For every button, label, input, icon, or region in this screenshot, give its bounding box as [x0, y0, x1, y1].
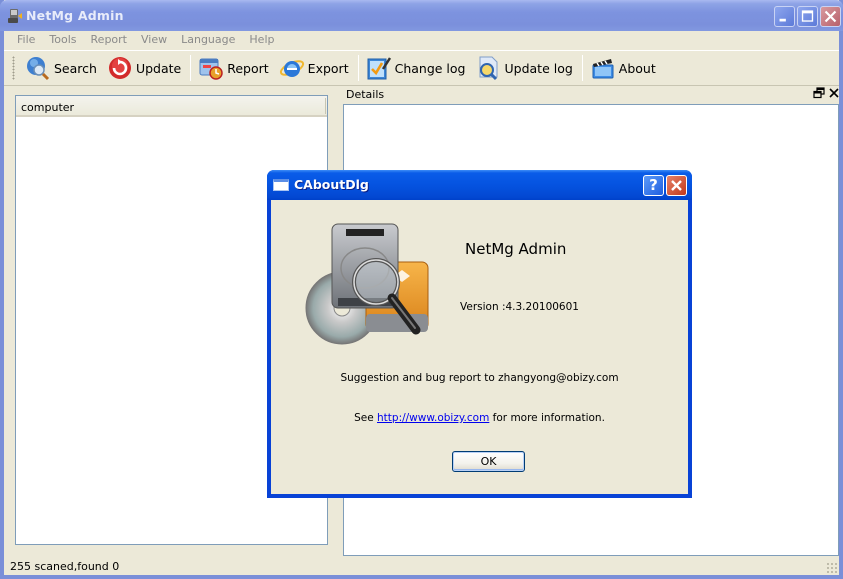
- close-button[interactable]: [820, 6, 841, 27]
- menu-bar: File Tools Report View Language Help: [4, 31, 839, 49]
- about-see-line: See http://www.obizy.com for more inform…: [271, 412, 688, 424]
- close-icon: [829, 88, 839, 98]
- status-bar: 255 scaned,found 0: [4, 558, 839, 575]
- toolbar-grip[interactable]: [12, 56, 15, 80]
- change-log-button-label: Change log: [394, 60, 466, 76]
- title-bar[interactable]: NetMg Admin: [0, 0, 843, 31]
- app-computer-icon: [8, 9, 22, 23]
- checklist-pencil-icon: [367, 57, 391, 80]
- change-log-button[interactable]: Change log: [362, 52, 472, 84]
- menu-tools[interactable]: Tools: [42, 31, 83, 49]
- menu-view[interactable]: View: [134, 31, 174, 49]
- maximize-button[interactable]: [797, 6, 818, 27]
- minimize-icon: [779, 18, 786, 22]
- refresh-icon: [108, 57, 131, 79]
- menu-file[interactable]: File: [10, 31, 42, 49]
- details-restore-button[interactable]: [812, 87, 826, 101]
- toolbar-separator: [190, 55, 192, 81]
- update-log-button-label: Update log: [504, 60, 573, 76]
- update-log-button[interactable]: Update log: [471, 52, 578, 84]
- globe-search-icon: [27, 57, 50, 81]
- about-dialog-title: CAboutDlg: [294, 177, 369, 192]
- about-dialog-body: NetMg Admin Version :4.3.20100601 Sugges…: [271, 200, 688, 494]
- ok-button[interactable]: OK: [452, 451, 525, 472]
- close-icon: [671, 180, 682, 191]
- clapperboard-icon: [592, 59, 614, 79]
- about-suggestion-text: Suggestion and bug report to zhangyong@o…: [340, 372, 619, 384]
- toolbar-separator: [581, 55, 583, 81]
- search-button[interactable]: Search: [21, 52, 103, 84]
- update-button-label: Update: [135, 60, 182, 76]
- toolbar: Search Update Report Export Change log U…: [4, 50, 839, 86]
- about-app-name: NetMg Admin: [465, 240, 567, 258]
- internet-explorer-icon: [279, 60, 304, 77]
- minimize-button[interactable]: [774, 6, 795, 27]
- restore-icon: [813, 87, 825, 99]
- menu-help[interactable]: Help: [242, 31, 281, 49]
- column-resize-handle[interactable]: [325, 98, 326, 114]
- status-text: 255 scaned,found 0: [10, 560, 120, 573]
- report-icon: [199, 58, 223, 80]
- update-button[interactable]: Update: [103, 52, 187, 84]
- about-see-suffix: for more information.: [489, 412, 605, 424]
- export-button[interactable]: Export: [275, 52, 355, 84]
- column-header-computer[interactable]: computer: [16, 96, 327, 117]
- about-dialog-title-bar[interactable]: CAboutDlg ?: [267, 170, 692, 200]
- menu-language[interactable]: Language: [174, 31, 242, 49]
- disk-utility-magnifier-icon: [305, 223, 429, 345]
- maximize-icon: [801, 10, 814, 22]
- document-magnifier-icon: [479, 56, 498, 81]
- report-button-label: Report: [227, 60, 269, 76]
- export-button-label: Export: [307, 60, 349, 76]
- column-header-label: computer: [21, 101, 75, 114]
- help-icon: ?: [649, 176, 658, 194]
- website-link[interactable]: http://www.obizy.com: [377, 412, 489, 424]
- close-icon: [824, 10, 837, 23]
- details-pane-caption: Details: [342, 86, 839, 104]
- toolbar-separator: [357, 55, 359, 81]
- about-version: Version :4.3.20100601: [460, 301, 579, 313]
- report-button[interactable]: Report: [194, 52, 274, 84]
- search-button-label: Search: [54, 60, 97, 76]
- menu-report[interactable]: Report: [84, 31, 134, 49]
- window-icon: [273, 179, 289, 191]
- window-title: NetMg Admin: [26, 8, 124, 23]
- help-button[interactable]: ?: [643, 175, 664, 196]
- about-button-label: About: [618, 60, 656, 76]
- about-button[interactable]: About: [586, 52, 662, 84]
- details-pane-title: Details: [346, 88, 385, 101]
- about-dialog-close-button[interactable]: [666, 175, 687, 196]
- resize-grip[interactable]: [826, 562, 837, 573]
- about-see-prefix: See: [354, 412, 378, 424]
- details-close-button[interactable]: [827, 87, 841, 101]
- about-dialog: CAboutDlg ? NetMg Admin Version:4.3.201…: [267, 170, 692, 498]
